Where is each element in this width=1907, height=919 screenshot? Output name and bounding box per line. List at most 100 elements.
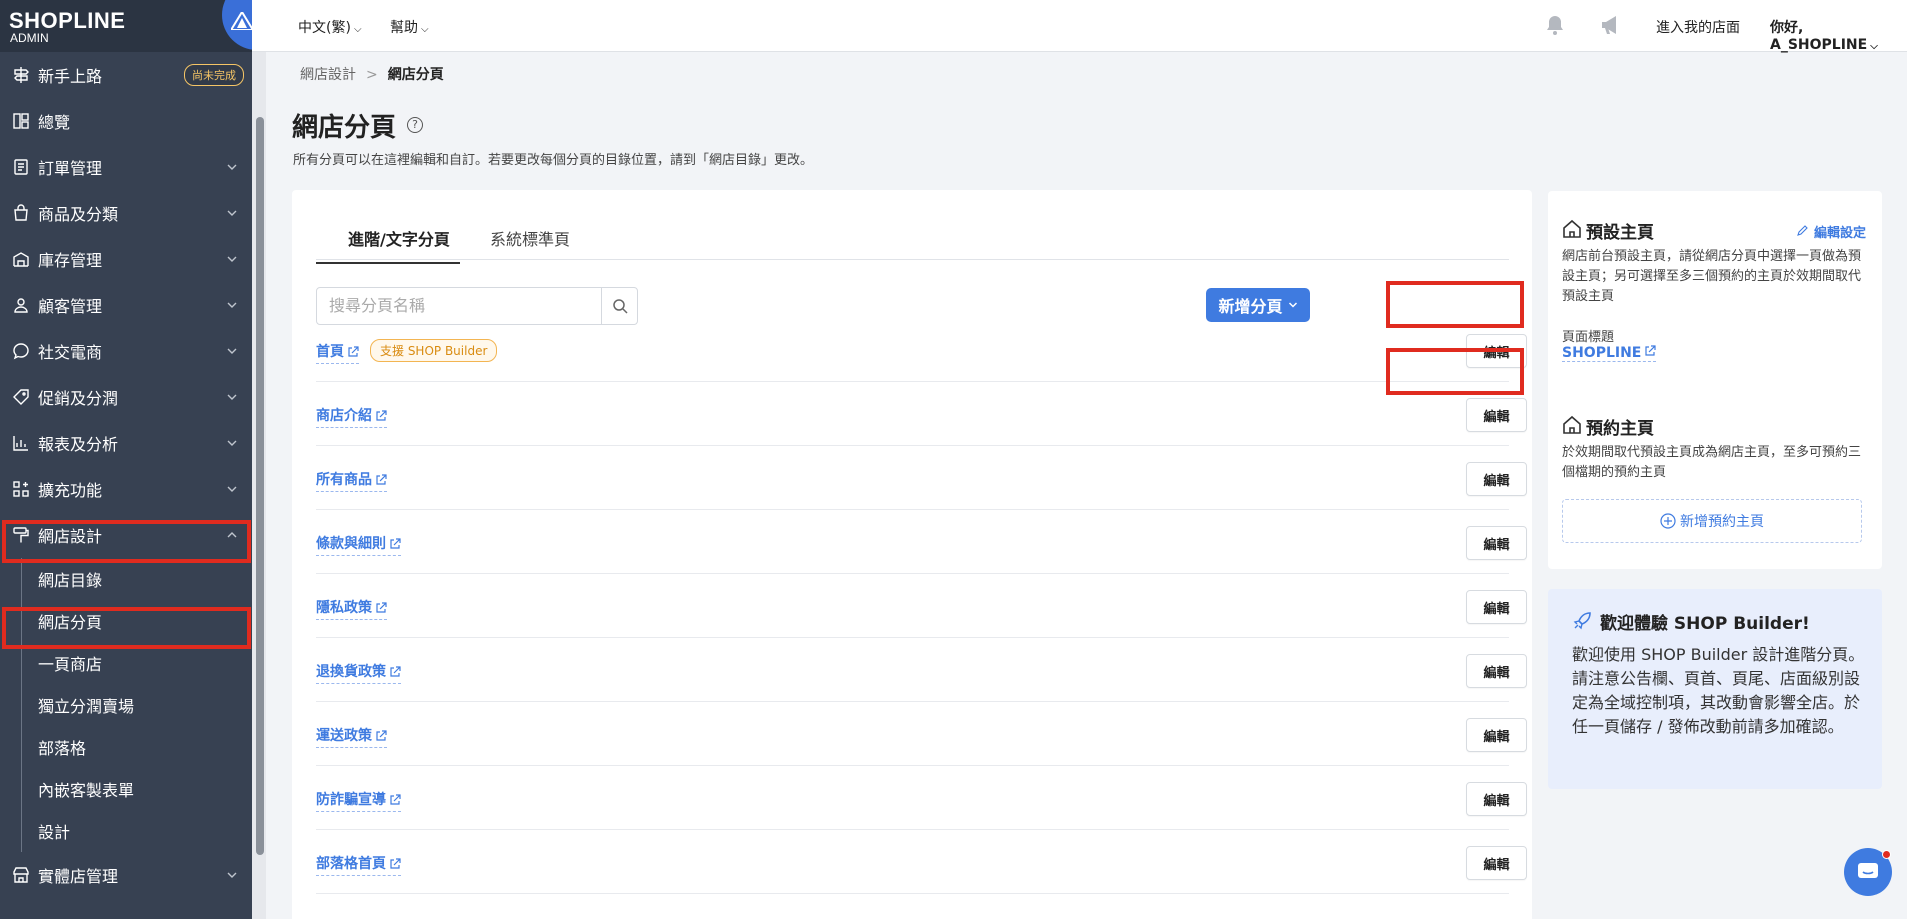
page-link[interactable]: 隱私政策 [316, 597, 387, 620]
sidebar-item-orders[interactable]: 訂單管理 [0, 144, 252, 190]
list-item: 部落格首頁 編輯 [316, 830, 1527, 894]
dashboard-icon [12, 112, 30, 130]
sidebar-scrollbar[interactable] [256, 117, 264, 855]
sidebar-item-inventory[interactable]: 庫存管理 [0, 236, 252, 282]
sub-item-affiliate-store[interactable]: 獨立分潤賣場 [0, 684, 252, 726]
page-name: 所有商品 [316, 472, 372, 488]
add-scheduled-home-button[interactable]: 新增預約主頁 [1562, 499, 1862, 543]
breadcrumb-parent[interactable]: 網店設計 [300, 67, 356, 83]
pencil-icon [1797, 225, 1808, 236]
edit-button[interactable]: 編輯 [1466, 398, 1527, 432]
enter-store-link[interactable]: 進入我的店面 [1656, 17, 1740, 37]
chevron-down-icon [227, 210, 237, 216]
sidebar-item-products[interactable]: 商品及分類 [0, 190, 252, 236]
search-input[interactable] [329, 288, 609, 322]
sidebar-item-promotions[interactable]: 促銷及分潤 [0, 374, 252, 420]
language-dropdown[interactable]: 中文(繁) ⌵ [298, 17, 362, 37]
page-link[interactable]: 所有商品 [316, 469, 387, 492]
chevron-down-icon [227, 302, 237, 308]
page-name: 商店介紹 [316, 408, 372, 424]
page-name: 防詐騙宣導 [316, 792, 386, 808]
logo-area: SHOPLINE ADMIN [0, 0, 252, 52]
default-home-link[interactable]: SHOPLINE [1562, 345, 1657, 362]
sidebar-item-label: 報表及分析 [38, 435, 119, 454]
sidebar-item-onboarding[interactable]: 新手上路 尚未完成 [0, 52, 252, 98]
bell-icon[interactable] [1544, 14, 1566, 40]
user-menu[interactable]: 你好, A_SHOPLINE ⌵ [1770, 17, 1907, 53]
sidebar-item-reports[interactable]: 報表及分析 [0, 420, 252, 466]
sidebar-item-overview[interactable]: 總覽 [0, 98, 252, 144]
external-link-icon [376, 730, 387, 741]
list-item: 運送政策 編輯 [316, 702, 1527, 766]
external-link-icon [376, 474, 387, 485]
sub-item-one-page-store[interactable]: 一頁商店 [0, 642, 252, 684]
page-link[interactable]: 首頁 [316, 341, 359, 364]
external-link-icon [348, 346, 359, 357]
chart-icon [12, 434, 30, 452]
home-settings-panel: 預設主頁 編輯設定 網店前台預設主頁，請從網店分頁中選擇一頁做為預設主頁；另可選… [1548, 191, 1882, 569]
sidebar-item-label: 商品及分類 [38, 205, 119, 224]
edit-button[interactable]: 編輯 [1466, 654, 1527, 688]
add-page-button[interactable]: 新增分頁 [1206, 288, 1310, 322]
help-icon[interactable]: ? [407, 117, 423, 133]
list-item: 退換貨政策 編輯 [316, 638, 1527, 702]
sub-item-design[interactable]: 設計 [0, 810, 252, 852]
tag-icon [12, 388, 30, 406]
home-icon [1563, 219, 1581, 238]
shop-builder-badge: 支援 SHOP Builder [370, 339, 498, 362]
pages-card: 進階/文字分頁 系統標準頁 新增分頁 首頁 支援 SHOP Builder 編輯… [292, 190, 1532, 919]
sub-item-blog[interactable]: 部落格 [0, 726, 252, 768]
edit-button[interactable]: 編輯 [1466, 782, 1527, 816]
chevron-down-icon: ⌵ [353, 24, 362, 35]
sidebar-item-retail-store[interactable]: 實體店管理 [0, 852, 252, 898]
external-link-icon [390, 794, 401, 805]
chevron-down-icon [227, 394, 237, 400]
bag-icon [12, 204, 30, 222]
page-name: 首頁 [316, 344, 344, 360]
edit-button[interactable]: 編輯 [1466, 462, 1527, 496]
sidebar-item-store-design[interactable]: 網店設計 [0, 512, 252, 558]
welcome-title: 歡迎體驗 SHOP Builder! [1600, 614, 1810, 634]
edit-button[interactable]: 編輯 [1466, 590, 1527, 624]
external-link-icon [390, 666, 401, 677]
page-title: 網店分頁 [292, 113, 397, 143]
tab-system-pages[interactable]: 系統標準頁 [490, 226, 570, 262]
chevron-up-icon [227, 532, 237, 538]
chevron-down-icon [227, 872, 237, 878]
sub-item-store-catalog[interactable]: 網店目錄 [0, 558, 252, 600]
edit-button[interactable]: 編輯 [1466, 526, 1527, 560]
help-dropdown[interactable]: 幫助 ⌵ [390, 17, 429, 37]
sidebar-menu: 新手上路 尚未完成 總覽 訂單管理 商品及分類 庫存管理 顧客管理 社交電商 促… [0, 52, 252, 898]
tab-bar: 進階/文字分頁 系統標準頁 [316, 216, 1509, 264]
edit-button[interactable]: 編輯 [1466, 846, 1527, 880]
page-link[interactable]: 部落格首頁 [316, 853, 401, 876]
megaphone-icon[interactable] [1599, 14, 1623, 40]
external-link-icon [390, 538, 401, 549]
sub-item-store-pages[interactable]: 網店分頁 [0, 600, 252, 642]
chevron-down-icon [227, 256, 237, 262]
chevron-down-icon: ⌵ [1870, 41, 1878, 52]
sidebar-item-label: 促銷及分潤 [38, 389, 119, 408]
scheduled-home-title: 預約主頁 [1586, 419, 1654, 439]
sidebar-item-label: 總覽 [38, 113, 71, 132]
edit-button[interactable]: 編輯 [1466, 718, 1527, 752]
sidebar-item-social-commerce[interactable]: 社交電商 [0, 328, 252, 374]
page-link[interactable]: 退換貨政策 [316, 661, 401, 684]
page-link[interactable]: 防詐騙宣導 [316, 789, 401, 812]
external-link-icon [376, 410, 387, 421]
apps-icon [12, 480, 30, 498]
chat-icon [1858, 863, 1878, 878]
brand-sub: ADMIN [10, 31, 49, 45]
page-link[interactable]: 運送政策 [316, 725, 387, 748]
sidebar-item-label: 訂單管理 [38, 159, 103, 178]
sidebar-item-customers[interactable]: 顧客管理 [0, 282, 252, 328]
edit-button[interactable]: 編輯 [1466, 334, 1527, 368]
sidebar-item-extensions[interactable]: 擴充功能 [0, 466, 252, 512]
page-link[interactable]: 商店介紹 [316, 405, 387, 428]
tab-advanced-pages[interactable]: 進階/文字分頁 [316, 226, 460, 264]
page-link[interactable]: 條款與細則 [316, 533, 401, 556]
sub-item-embedded-form[interactable]: 內嵌客製表單 [0, 768, 252, 810]
default-home-title: 預設主頁 [1586, 223, 1654, 243]
edit-settings-link[interactable]: 編輯設定 [1796, 222, 1866, 241]
breadcrumb-separator: > [366, 67, 378, 83]
